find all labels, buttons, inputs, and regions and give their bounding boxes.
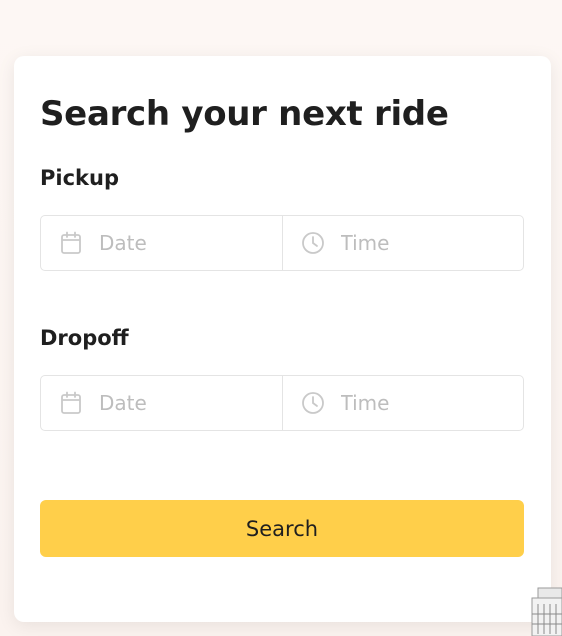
clock-icon: [301, 231, 325, 255]
calendar-icon: [59, 391, 83, 415]
dropoff-fields: [40, 375, 524, 431]
pickup-label: Pickup: [40, 166, 119, 190]
pickup-time-field[interactable]: [281, 216, 524, 270]
page-title: Search your next ride: [40, 94, 449, 134]
pickup-time-input[interactable]: [340, 231, 491, 255]
search-card: Search your next ride Pickup Date Time D…: [14, 56, 551, 622]
clock-icon: [301, 391, 325, 415]
pickup-date-input[interactable]: [99, 231, 249, 255]
pickup-fields: [40, 215, 524, 271]
building-illustration: [528, 584, 562, 636]
pickup-date-field[interactable]: [41, 216, 282, 270]
calendar-icon: [59, 231, 83, 255]
dropoff-date-input[interactable]: [99, 391, 249, 415]
dropoff-time-field[interactable]: [281, 376, 524, 430]
dropoff-date-field[interactable]: [41, 376, 282, 430]
search-button[interactable]: Search: [40, 500, 524, 557]
dropoff-label: Dropoff: [40, 326, 129, 350]
dropoff-time-input[interactable]: [340, 391, 491, 415]
